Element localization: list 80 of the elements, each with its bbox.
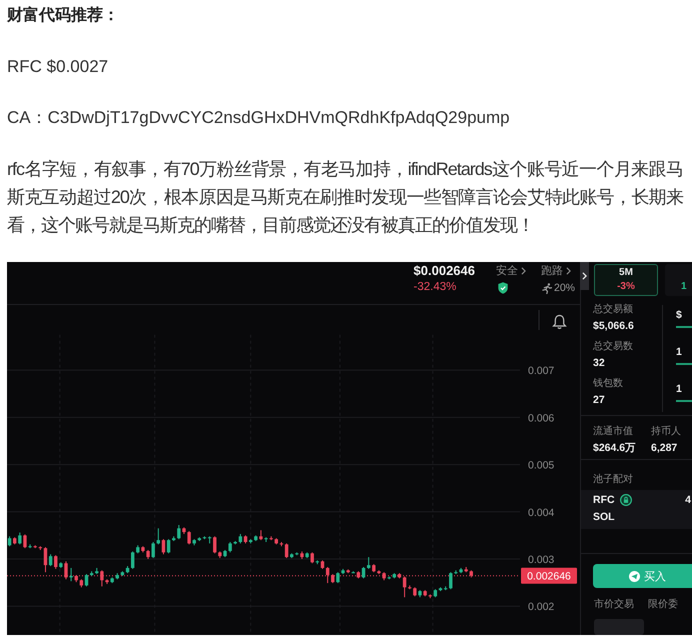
rug-risk-link[interactable]: 跑路 — [540, 263, 571, 279]
input-field[interactable] — [594, 619, 644, 635]
candlestick — [336, 572, 340, 584]
stat-label: 钱包数 — [593, 376, 623, 391]
stat-label: 总交易数 — [593, 340, 633, 354]
rug-risk-value: 20% — [554, 281, 575, 296]
order-type-tab[interactable]: 限价委 — [648, 597, 678, 614]
candlestick — [156, 528, 160, 545]
candlestick — [130, 550, 134, 570]
safety-link[interactable]: 安全 — [496, 263, 526, 279]
stat-value: 1 — [676, 344, 682, 360]
token-symbol: SOL — [593, 510, 615, 525]
current-price: $0.002646 — [414, 263, 475, 279]
candlestick — [402, 576, 406, 598]
pool-value: 4 — [685, 492, 692, 508]
candlestick — [162, 538, 166, 555]
candlestick — [284, 542, 288, 559]
candlestick — [54, 554, 58, 570]
stat-value: 32 — [593, 356, 605, 371]
candlestick — [259, 530, 263, 541]
candlestick — [326, 566, 330, 584]
candlestick — [228, 541, 232, 553]
stat-label: 总交易额 — [593, 302, 633, 317]
running-person-icon — [540, 283, 552, 294]
panel-toggle-button[interactable] — [580, 262, 589, 290]
timeframe-change: -3% — [617, 280, 635, 294]
price-axis-label: 0.002 — [528, 601, 554, 614]
market-label: 流通市值 — [593, 424, 633, 439]
market-label: 持币人 — [651, 424, 681, 439]
price-axis-label: 0.004 — [528, 506, 554, 519]
pool-title: 池子配对 — [581, 458, 692, 488]
candlestick — [69, 567, 73, 582]
shield-check-icon — [498, 282, 508, 294]
order-type-tab[interactable]: 市价交易 — [594, 597, 634, 614]
timeframe-tab[interactable]: 1 — [665, 264, 692, 296]
candlestick — [8, 536, 12, 547]
price-change: -32.43% — [414, 280, 456, 295]
pool-pair-row[interactable]: RFC SOL 4 — [581, 490, 692, 530]
ticker-price-text: RFC $0.0027 — [7, 56, 110, 78]
token-symbol: RFC — [593, 492, 615, 508]
price-axis-label: 0.003 — [528, 554, 554, 566]
candlestick — [152, 541, 155, 559]
ratio-bar — [676, 362, 692, 365]
article-heading: 财富代码推荐： — [7, 5, 120, 26]
price-axis-label: 0.007 — [528, 365, 554, 378]
timeframe-label: 5M — [619, 266, 633, 280]
ref-line-label: 0.002646 — [527, 570, 572, 583]
candlestick — [64, 560, 68, 580]
candlestick — [100, 570, 104, 587]
price-axis-label: 0.006 — [528, 412, 554, 424]
chevron-right-icon — [582, 272, 587, 280]
candlestick — [449, 572, 452, 590]
stat-value: $5,066.6 — [593, 318, 634, 334]
chevron-right-icon — [566, 267, 571, 275]
timeframe-change: 1 — [681, 280, 687, 294]
candlestick — [18, 532, 22, 545]
article-paragraph: rfc名字短，有叙事，有70万粉丝背景，有老马加持，ifindRetards这个账号近一个月来跟马斯克互动超过20次，根本原因是马斯克在刷推时发现一些智障言论会艾特此账号，长期来看，这个账号就是马斯克的嘴替，目前感觉还没有被真正的价值发现！ — [7, 158, 683, 237]
market-value: 6,287 — [651, 440, 678, 456]
candlestick — [213, 536, 216, 554]
paper-plane-icon — [629, 570, 640, 582]
current-price-tag: 0.002646 — [521, 568, 577, 584]
ratio-bar — [676, 400, 692, 402]
stat-value: $ — [676, 308, 682, 323]
stat-value: 1 — [676, 382, 682, 397]
candlestick — [166, 538, 170, 554]
candlestick — [48, 554, 52, 567]
candlestick — [366, 556, 370, 570]
market-value: $264.6万 — [593, 440, 636, 456]
candlestick — [187, 530, 191, 545]
price-axis-label: 0.005 — [528, 460, 554, 472]
candlestick — [238, 533, 242, 544]
stat-value: 27 — [593, 392, 605, 408]
bell-icon[interactable] — [552, 314, 566, 329]
timeframe-tab[interactable]: 5M -3% — [594, 264, 658, 296]
chevron-right-icon — [520, 267, 526, 275]
candlestick — [310, 552, 314, 564]
candlestick — [177, 524, 181, 540]
lock-icon — [620, 494, 632, 506]
ratio-bar — [676, 326, 692, 328]
contract-address-text: CA：C3DwDjT17gDvvCYC2nsdGHxDHVmQRdhKfpAdqQ29pump — [7, 107, 511, 129]
